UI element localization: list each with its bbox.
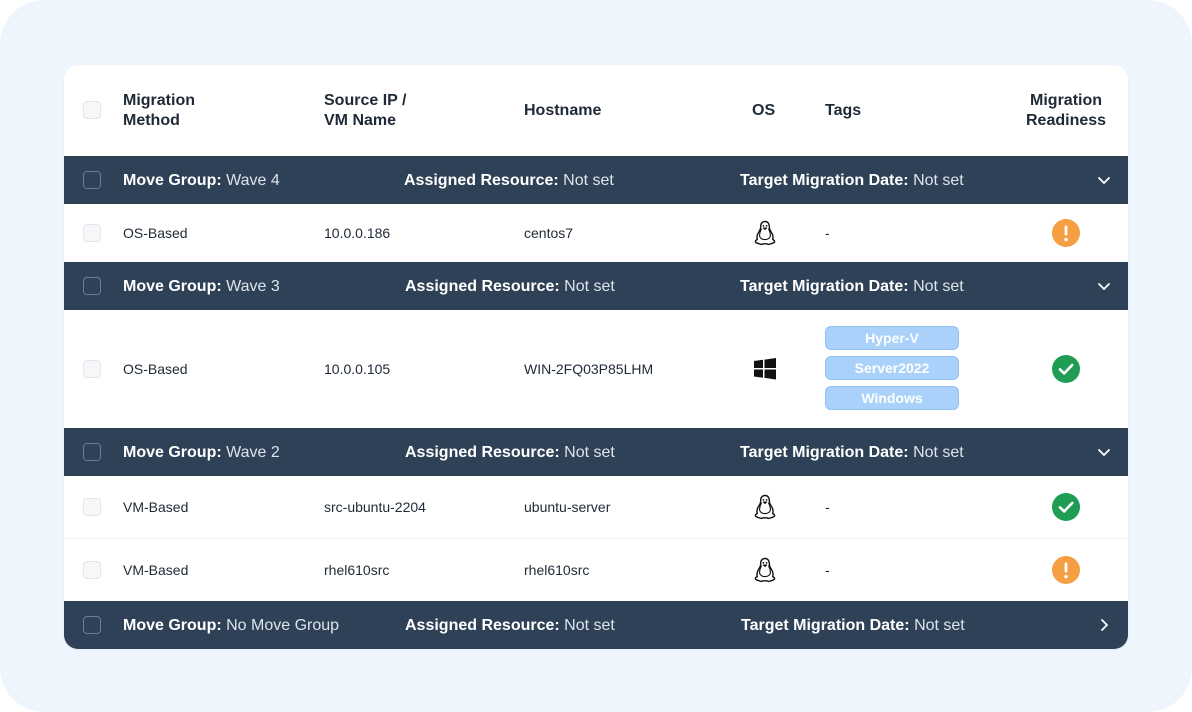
table-row[interactable]: VM-Based src-ubuntu-2204 ubuntu-server - (64, 476, 1128, 538)
move-group-name: Wave 2 (226, 444, 280, 461)
hostname: ubuntu-server (524, 499, 611, 515)
move-group-name: Wave 3 (226, 278, 280, 295)
source-ip: 10.0.0.186 (324, 225, 391, 241)
move-group-row[interactable]: Move Group: No Move Group Assigned Resou… (64, 601, 1128, 649)
tags-empty: - (825, 225, 830, 241)
linux-icon (751, 219, 779, 247)
chevron-down-icon[interactable] (1096, 444, 1112, 460)
target-date-value: Not set (913, 172, 964, 189)
target-date-field: Target Migration Date: Not set (740, 278, 964, 295)
tags-empty: - (825, 562, 830, 578)
move-group-row[interactable]: Move Group: Wave 4 Assigned Resource: No… (64, 156, 1128, 204)
warning-icon (1052, 219, 1080, 247)
group-checkbox[interactable] (83, 443, 101, 461)
col-tags[interactable]: Tags (825, 101, 861, 121)
group-checkbox[interactable] (83, 277, 101, 295)
check-circle-icon (1052, 493, 1080, 521)
target-date-field: Target Migration Date: Not set (741, 617, 965, 634)
table-row[interactable]: VM-Based rhel610src rhel610src - (64, 539, 1128, 601)
check-circle-icon (1052, 355, 1080, 383)
select-all-checkbox[interactable] (83, 101, 101, 119)
assigned-resource-value: Not set (564, 617, 615, 634)
source-ip: 10.0.0.105 (324, 361, 391, 377)
tag-list: Hyper-V Server2022 Windows (825, 326, 959, 416)
assigned-resource-field: Assigned Resource: Not set (404, 172, 614, 189)
source-ip: rhel610src (324, 562, 390, 578)
move-group-field: Move Group: Wave 4 (123, 172, 280, 189)
assigned-resource-value: Not set (563, 172, 614, 189)
migration-method: OS-Based (123, 225, 188, 241)
chevron-right-icon[interactable] (1096, 617, 1112, 633)
warning-icon (1052, 556, 1080, 584)
migration-method: VM-Based (123, 499, 189, 515)
migration-table: Migration Method Source IP / VM Name Hos… (64, 65, 1128, 649)
migration-method: VM-Based (123, 562, 189, 578)
move-group-row[interactable]: Move Group: Wave 2 Assigned Resource: No… (64, 428, 1128, 476)
assigned-resource-value: Not set (564, 444, 615, 461)
row-checkbox[interactable] (83, 561, 101, 579)
assigned-resource-value: Not set (564, 278, 615, 295)
migration-method: OS-Based (123, 361, 188, 377)
move-group-field: Move Group: Wave 3 (123, 278, 280, 295)
row-checkbox[interactable] (83, 360, 101, 378)
move-group-field: Move Group: No Move Group (123, 617, 340, 634)
table-header: Migration Method Source IP / VM Name Hos… (64, 65, 1128, 156)
move-group-field: Move Group: Wave 2 (123, 444, 280, 461)
table-row[interactable]: OS-Based 10.0.0.105 WIN-2FQ03P85LHM Hype… (64, 310, 1128, 428)
col-migration-method[interactable]: Migration Method (123, 91, 195, 131)
col-migration-readiness[interactable]: Migration Readiness (1026, 91, 1106, 131)
row-checkbox[interactable] (83, 498, 101, 516)
page-background: Migration Method Source IP / VM Name Hos… (0, 0, 1192, 712)
group-checkbox[interactable] (83, 171, 101, 189)
tags-empty: - (825, 499, 830, 515)
hostname: rhel610src (524, 562, 590, 578)
row-checkbox[interactable] (83, 224, 101, 242)
source-ip: src-ubuntu-2204 (324, 499, 426, 515)
target-date-field: Target Migration Date: Not set (740, 172, 964, 189)
tag-badge[interactable]: Hyper-V (825, 326, 959, 350)
col-hostname[interactable]: Hostname (524, 101, 601, 121)
linux-icon (751, 556, 779, 584)
col-os[interactable]: OS (752, 101, 775, 121)
move-group-name: No Move Group (226, 617, 340, 634)
hostname: centos7 (524, 225, 574, 241)
chevron-down-icon[interactable] (1096, 278, 1112, 294)
group-checkbox[interactable] (83, 616, 101, 634)
assigned-resource-field: Assigned Resource: Not set (405, 617, 615, 634)
hostname: WIN-2FQ03P85LHM (524, 361, 654, 377)
linux-icon (751, 493, 779, 521)
tag-badge[interactable]: Windows (825, 386, 959, 410)
col-source-ip[interactable]: Source IP / VM Name (324, 91, 406, 131)
tag-badge[interactable]: Server2022 (825, 356, 959, 380)
assigned-resource-field: Assigned Resource: Not set (405, 278, 615, 295)
move-group-name: Wave 4 (226, 172, 280, 189)
table-row[interactable]: OS-Based 10.0.0.186 centos7 - (64, 204, 1128, 262)
target-date-field: Target Migration Date: Not set (740, 444, 964, 461)
target-date-value: Not set (914, 617, 965, 634)
move-group-row[interactable]: Move Group: Wave 3 Assigned Resource: No… (64, 262, 1128, 310)
chevron-down-icon[interactable] (1096, 172, 1112, 188)
windows-icon (754, 358, 776, 380)
target-date-value: Not set (913, 444, 964, 461)
assigned-resource-field: Assigned Resource: Not set (405, 444, 615, 461)
target-date-value: Not set (913, 278, 964, 295)
